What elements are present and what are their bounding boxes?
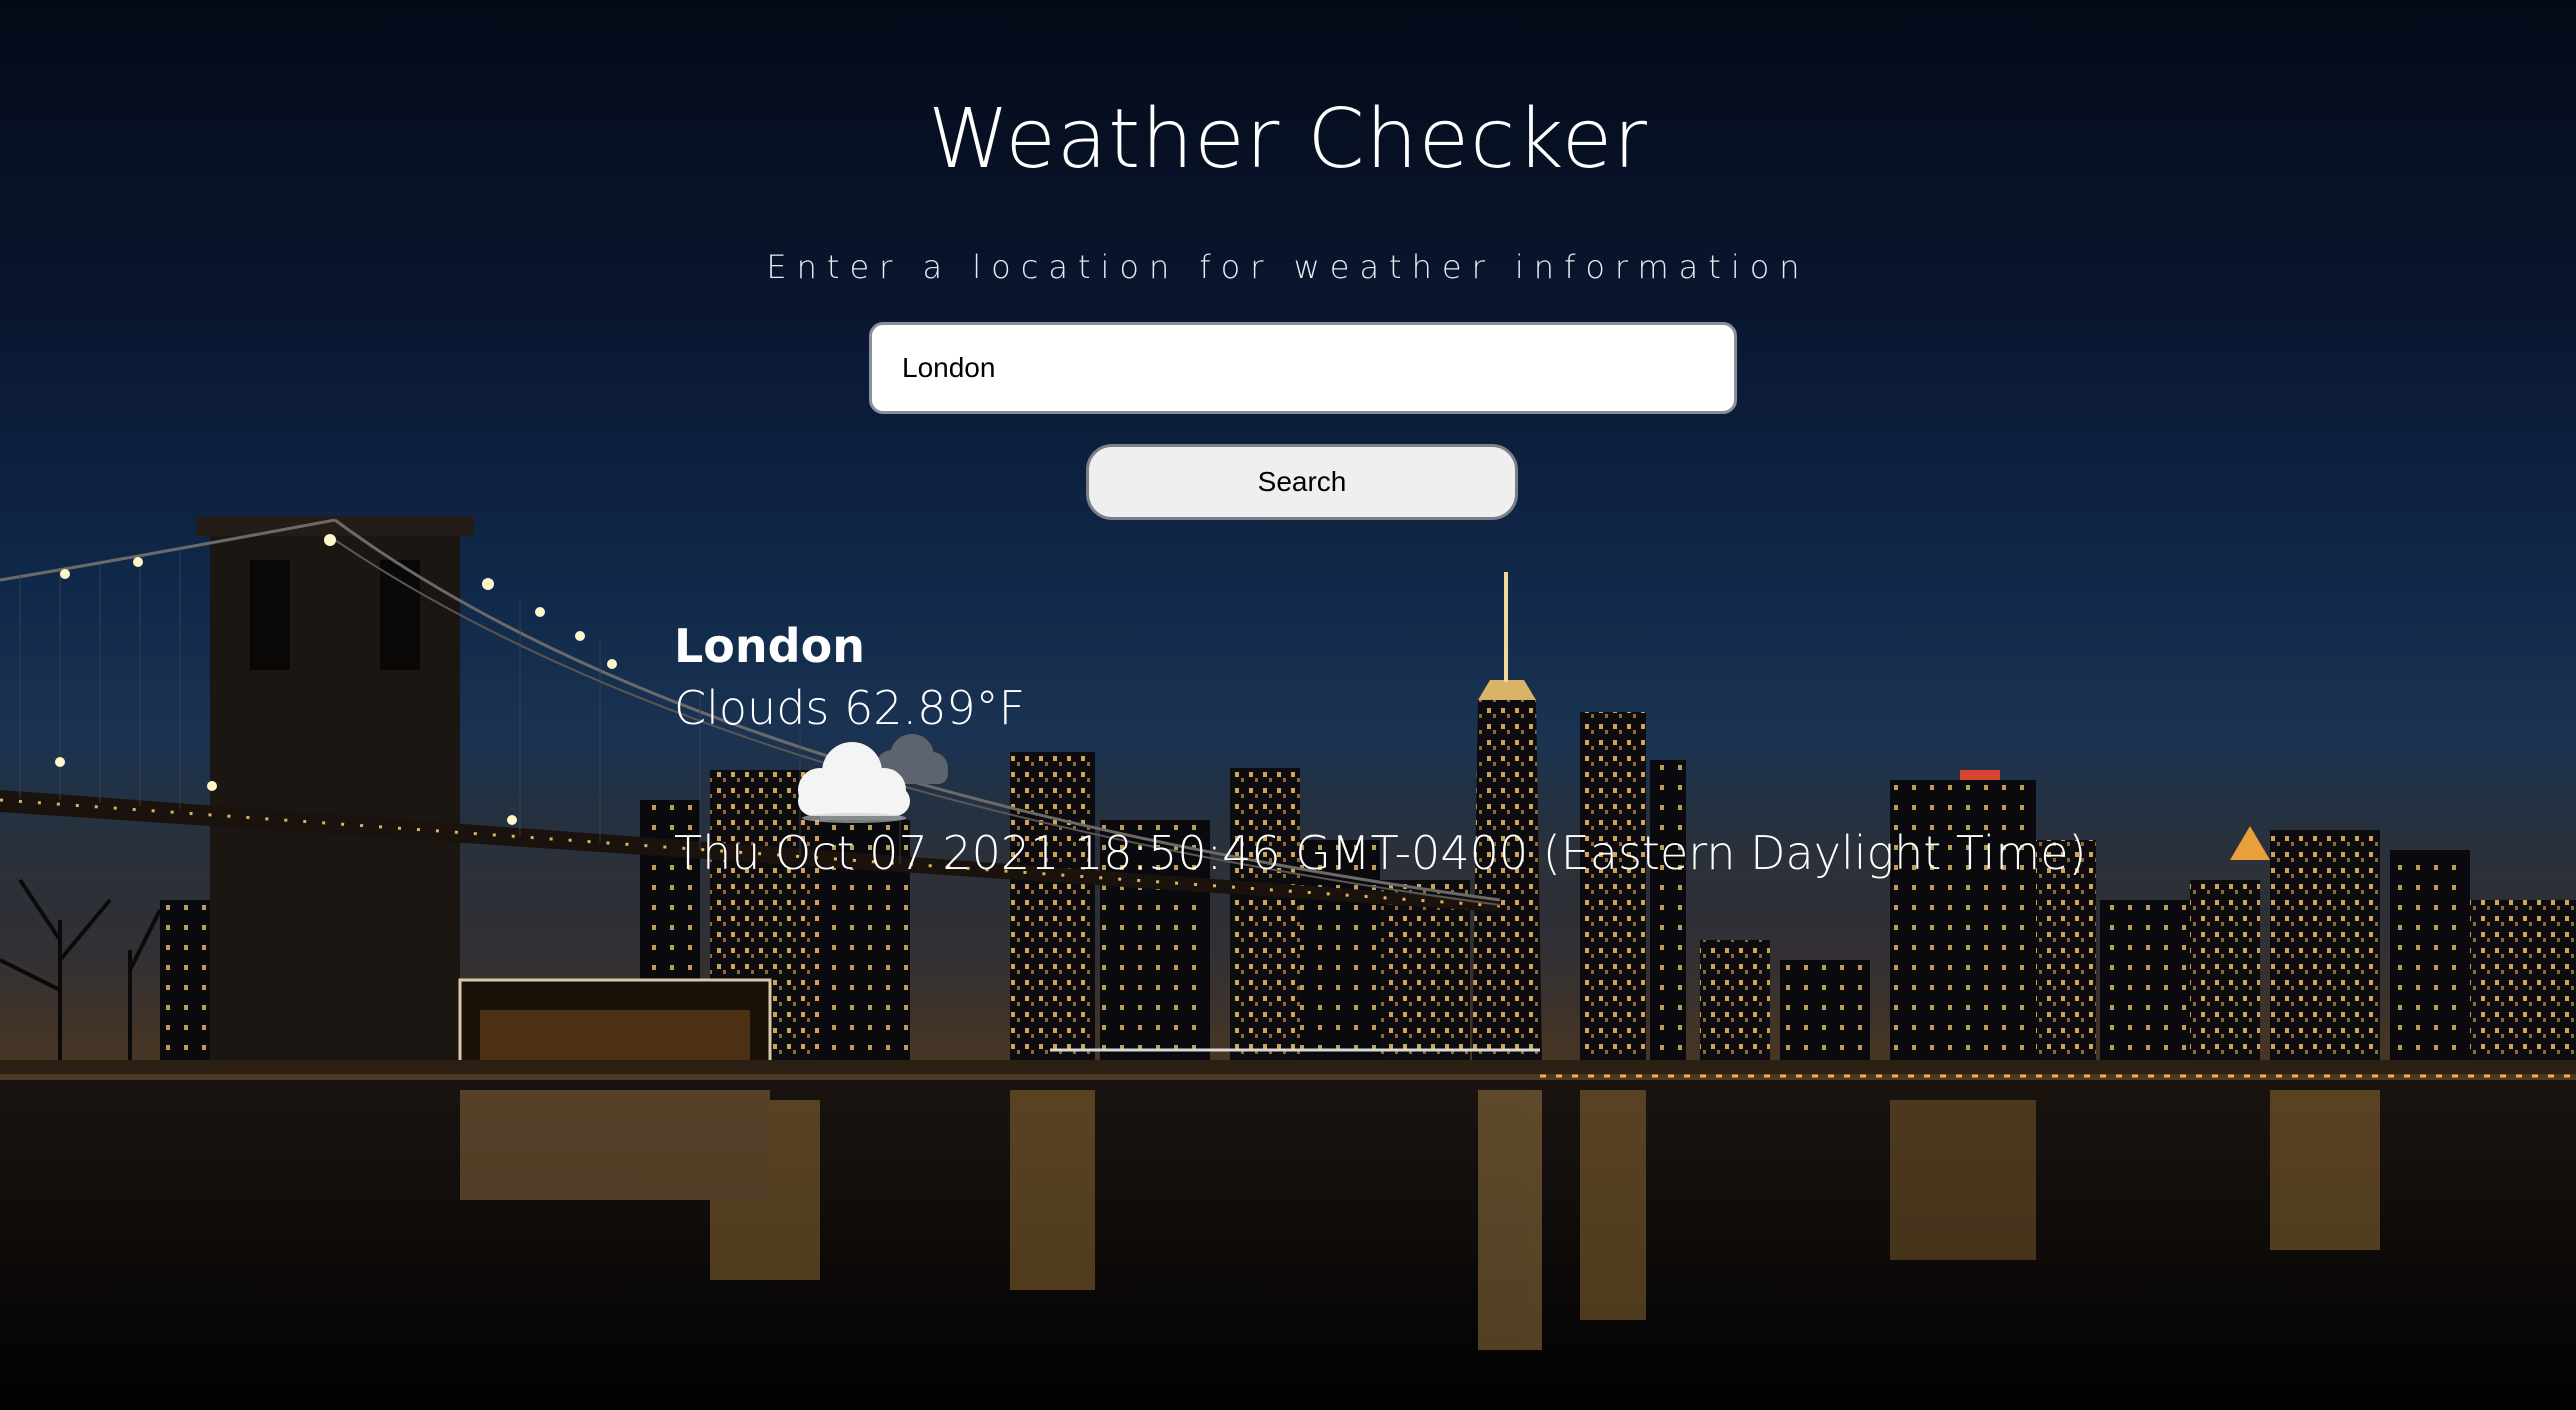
page-title: Weather Checker <box>928 92 1648 187</box>
page: Weather Checker Enter a location for wea… <box>0 0 2576 1410</box>
result-city: London <box>674 619 865 673</box>
location-search-input[interactable] <box>869 322 1737 414</box>
page-subtitle: Enter a location for weather information <box>766 248 1810 286</box>
weather-result: London Clouds 62.89°F <box>674 612 1025 736</box>
cloud-icon <box>798 734 948 823</box>
city-skyline-image <box>0 516 2576 1410</box>
result-datetime: Thu Oct 07 2021 18:50:46 GMT-0400 (Easte… <box>674 826 2087 880</box>
search-button[interactable]: Search <box>1086 444 1518 520</box>
background-cityscape <box>0 0 2576 1410</box>
